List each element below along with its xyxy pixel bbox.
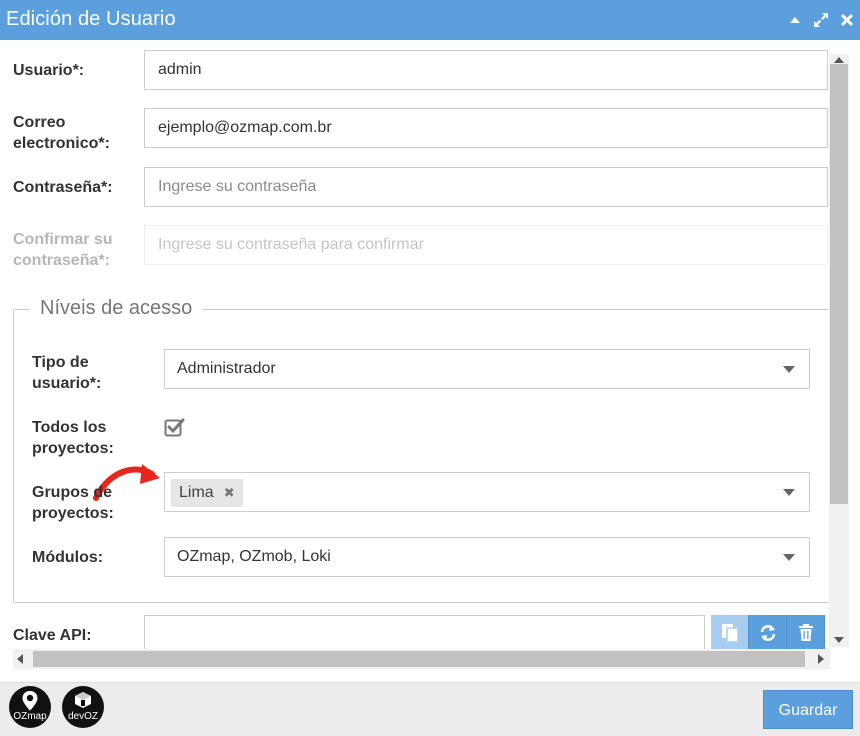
form-scroll-area[interactable]: Usuario*: admin Correo electronico*: eje…: [0, 40, 860, 672]
user-label: Usuario*:: [13, 62, 85, 79]
scroll-right-icon[interactable]: [818, 654, 824, 664]
all-projects-checkbox[interactable]: [164, 417, 186, 439]
chevron-down-icon: [783, 554, 795, 561]
project-group-tag-label: Lima: [179, 484, 214, 501]
ozmap-logo[interactable]: OZmap: [9, 686, 51, 728]
remove-tag-icon[interactable]: ✖: [224, 479, 235, 507]
all-projects-label: Todos los proyectos:: [32, 419, 114, 457]
scroll-up-icon[interactable]: [834, 57, 844, 63]
user-type-value: Administrador: [177, 360, 276, 377]
user-type-label: Tipo de usuario*:: [32, 354, 102, 392]
email-label: Correo electronico*:: [13, 114, 110, 152]
trash-icon: [798, 624, 813, 641]
project-groups-label: Grupos de proyectos:: [32, 484, 114, 522]
scroll-down-icon[interactable]: [834, 637, 844, 643]
confirm-password-input: Ingrese su contraseña para confirmar: [144, 225, 828, 265]
email-input[interactable]: ejemplo@ozmap.com.br: [144, 108, 828, 148]
save-button[interactable]: Guardar: [763, 690, 853, 729]
api-key-input[interactable]: [144, 615, 705, 651]
password-label: Contraseña*:: [13, 179, 113, 196]
title-bar-controls: [788, 0, 854, 40]
chevron-down-icon: [783, 366, 795, 373]
modules-value: OZmap, OZmob, Loki: [177, 548, 331, 565]
refresh-api-key-button[interactable]: [749, 615, 787, 651]
close-icon[interactable]: [840, 13, 854, 27]
chevron-down-icon: [783, 489, 795, 496]
api-key-actions: [711, 615, 825, 651]
confirm-password-label: Confirmar su contraseña*:: [13, 231, 113, 269]
horizontal-scroll-thumb[interactable]: [33, 651, 805, 667]
scroll-left-icon[interactable]: [17, 654, 23, 664]
maximize-icon[interactable]: [812, 11, 830, 29]
access-levels-legend: Níveis de acesso: [30, 297, 203, 320]
copy-icon: [721, 624, 739, 643]
password-input[interactable]: Ingrese su contraseña: [144, 167, 828, 207]
dialog-title: Edición de Usuario: [6, 8, 176, 30]
dialog-footer: OZmap devOZ Guardar: [0, 682, 860, 736]
collapse-icon[interactable]: [788, 13, 802, 27]
api-key-label: Clave API:: [13, 627, 92, 644]
edit-user-dialog: Edición de Usuario Usuario*: admin Corre…: [0, 0, 860, 736]
refresh-icon: [760, 625, 775, 641]
ozmap-logo-label: OZmap: [13, 711, 47, 722]
delete-api-key-button[interactable]: [787, 615, 825, 651]
user-input[interactable]: admin: [144, 50, 828, 90]
modules-label: Módulos:: [32, 549, 104, 566]
vertical-scrollbar[interactable]: [829, 54, 849, 647]
user-type-select[interactable]: Administrador: [164, 349, 810, 389]
copy-api-key-button[interactable]: [711, 615, 749, 651]
project-groups-select[interactable]: Lima ✖: [164, 472, 810, 512]
devoz-logo-label: devOZ: [67, 711, 98, 722]
cube-icon: [75, 692, 91, 708]
map-pin-icon: [22, 691, 38, 711]
checkbox-checked-icon: [164, 418, 185, 437]
project-group-tag: Lima ✖: [171, 479, 243, 507]
devoz-logo[interactable]: devOZ: [62, 686, 104, 728]
horizontal-scrollbar[interactable]: [13, 649, 830, 669]
vertical-scroll-thumb[interactable]: [830, 64, 848, 504]
modules-select[interactable]: OZmap, OZmob, Loki: [164, 537, 810, 577]
title-bar: Edición de Usuario: [0, 0, 860, 40]
